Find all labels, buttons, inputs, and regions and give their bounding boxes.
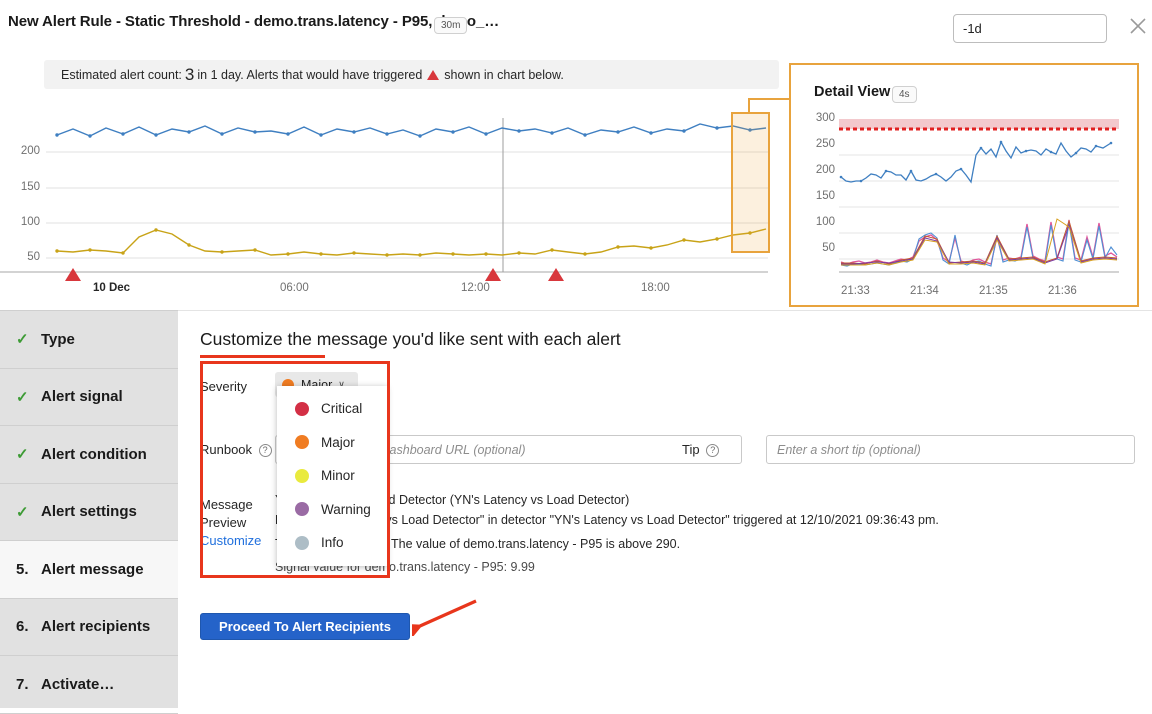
- check-icon: ✓: [16, 330, 41, 348]
- close-icon[interactable]: [1127, 15, 1149, 37]
- sidebar-item-label: Alert condition: [41, 446, 147, 463]
- sidebar-item-activate[interactable]: 7. Activate…: [0, 656, 178, 714]
- y-tick-50: 50: [0, 251, 40, 263]
- sidebar-item-alert-message[interactable]: 5. Alert message: [0, 541, 178, 599]
- y-tick-100: 100: [0, 216, 40, 228]
- banner-middle: in 1 day. Alerts that would have trigger…: [197, 68, 422, 82]
- detail-x-tick-2136: 21:36: [1048, 285, 1077, 297]
- severity-color-dot: [295, 502, 309, 516]
- x-tick-1800: 18:00: [641, 282, 670, 294]
- severity-color-dot: [295, 402, 309, 416]
- severity-option-info[interactable]: Info: [277, 526, 387, 560]
- tip-label-text: Tip: [682, 442, 700, 457]
- x-tick-10-dec: 10 Dec: [93, 282, 130, 294]
- runbook-label-text: Runbook: [200, 442, 252, 457]
- annotation-underline: [200, 355, 325, 358]
- message-preview-label: Message Preview: [200, 496, 270, 532]
- resolution-badge: 30m: [434, 17, 467, 34]
- sidebar-item-alert-recipients[interactable]: 6. Alert recipients: [0, 599, 178, 657]
- main-preview-chart[interactable]: 200 150 100 50 10 Dec 06:00 12:00 18:00: [0, 100, 790, 305]
- sidebar-item-number: 5.: [16, 561, 41, 578]
- severity-option-label: Info: [321, 535, 344, 550]
- sidebar-item-number: 7.: [16, 676, 41, 693]
- severity-color-dot: [295, 435, 309, 449]
- help-icon[interactable]: ?: [706, 444, 719, 457]
- chart-selection-region[interactable]: [731, 112, 770, 253]
- sidebar-item-alert-settings[interactable]: ✓ Alert settings: [0, 484, 178, 542]
- check-icon: ✓: [16, 503, 41, 521]
- detail-x-tick-2134: 21:34: [910, 285, 939, 297]
- banner-suffix: shown in chart below.: [444, 68, 564, 82]
- severity-option-label: Major: [321, 435, 355, 450]
- sidebar-item-alert-condition[interactable]: ✓ Alert condition: [0, 426, 178, 484]
- detail-y-tick-250: 250: [797, 138, 835, 150]
- severity-option-major[interactable]: Major: [277, 426, 387, 460]
- tip-label: Tip ?: [682, 442, 719, 457]
- severity-dropdown-menu[interactable]: Critical Major Minor Warning Info: [277, 386, 387, 566]
- severity-option-minor[interactable]: Minor: [277, 459, 387, 493]
- proceed-to-alert-recipients-button[interactable]: Proceed To Alert Recipients: [200, 613, 410, 640]
- sidebar-item-label: Alert message: [41, 561, 144, 578]
- help-icon[interactable]: ?: [259, 444, 272, 457]
- estimated-alert-count: 3: [182, 65, 197, 85]
- alert-triangle-marker: [485, 268, 501, 281]
- severity-label: Severity: [200, 379, 247, 394]
- check-icon: ✓: [16, 445, 41, 463]
- selection-connector-line: [748, 98, 793, 114]
- sidebar-item-label: Activate…: [41, 676, 114, 693]
- detail-view-chart-svg: [791, 107, 1137, 302]
- severity-option-label: Critical: [321, 401, 362, 416]
- y-tick-150: 150: [0, 181, 40, 193]
- sidebar-item-label: Alert signal: [41, 388, 123, 405]
- sidebar-item-type[interactable]: ✓ Type: [0, 311, 178, 369]
- runbook-label: Runbook ?: [200, 442, 272, 457]
- customize-link[interactable]: Customize: [200, 533, 261, 548]
- severity-option-warning[interactable]: Warning: [277, 493, 387, 527]
- x-tick-1200: 12:00: [461, 282, 490, 294]
- sidebar-item-label: Type: [41, 331, 75, 348]
- main-chart-svg: [0, 100, 790, 305]
- detail-y-tick-150: 150: [797, 190, 835, 202]
- detail-y-tick-50: 50: [797, 242, 835, 254]
- tip-input[interactable]: [766, 435, 1135, 464]
- detail-x-tick-2133: 21:33: [841, 285, 870, 297]
- window-header: New Alert Rule - Static Threshold - demo…: [0, 0, 1152, 54]
- detail-y-tick-200: 200: [797, 164, 835, 176]
- alert-triangle-icon: [427, 70, 439, 80]
- annotation-arrow-icon: [412, 596, 482, 636]
- wizard-sidebar: ✓ Type ✓ Alert signal ✓ Alert condition …: [0, 310, 178, 708]
- check-icon: ✓: [16, 388, 41, 406]
- page-title: New Alert Rule - Static Threshold - demo…: [8, 13, 499, 30]
- alert-triangle-marker: [548, 268, 564, 281]
- severity-option-critical[interactable]: Critical: [277, 392, 387, 426]
- severity-color-dot: [295, 536, 309, 550]
- detail-view-title: Detail View: [814, 84, 890, 100]
- sidebar-item-alert-signal[interactable]: ✓ Alert signal: [0, 369, 178, 427]
- severity-option-label: Warning: [321, 502, 371, 517]
- alert-message-panel: Customize the message you'd like sent wi…: [178, 310, 1152, 708]
- banner-prefix: Estimated alert count:: [61, 68, 182, 82]
- detail-view-panel: Detail View 4s 300 250 200 150 100 50: [789, 63, 1139, 307]
- severity-option-label: Minor: [321, 468, 355, 483]
- detail-resolution-badge: 4s: [892, 86, 917, 103]
- severity-color-dot: [295, 469, 309, 483]
- alert-triangle-marker: [65, 268, 81, 281]
- time-range-input[interactable]: [953, 14, 1107, 43]
- estimated-alert-count-banner: Estimated alert count: 3 in 1 day. Alert…: [44, 60, 779, 89]
- sidebar-item-label: Alert settings: [41, 503, 137, 520]
- section-heading: Customize the message you'd like sent wi…: [200, 329, 621, 350]
- y-tick-200: 200: [0, 145, 40, 157]
- detail-x-tick-2135: 21:35: [979, 285, 1008, 297]
- detail-y-tick-100: 100: [797, 216, 835, 228]
- x-tick-0600: 06:00: [280, 282, 309, 294]
- sidebar-item-label: Alert recipients: [41, 618, 150, 635]
- detail-y-tick-300: 300: [797, 112, 835, 124]
- sidebar-item-number: 6.: [16, 618, 41, 635]
